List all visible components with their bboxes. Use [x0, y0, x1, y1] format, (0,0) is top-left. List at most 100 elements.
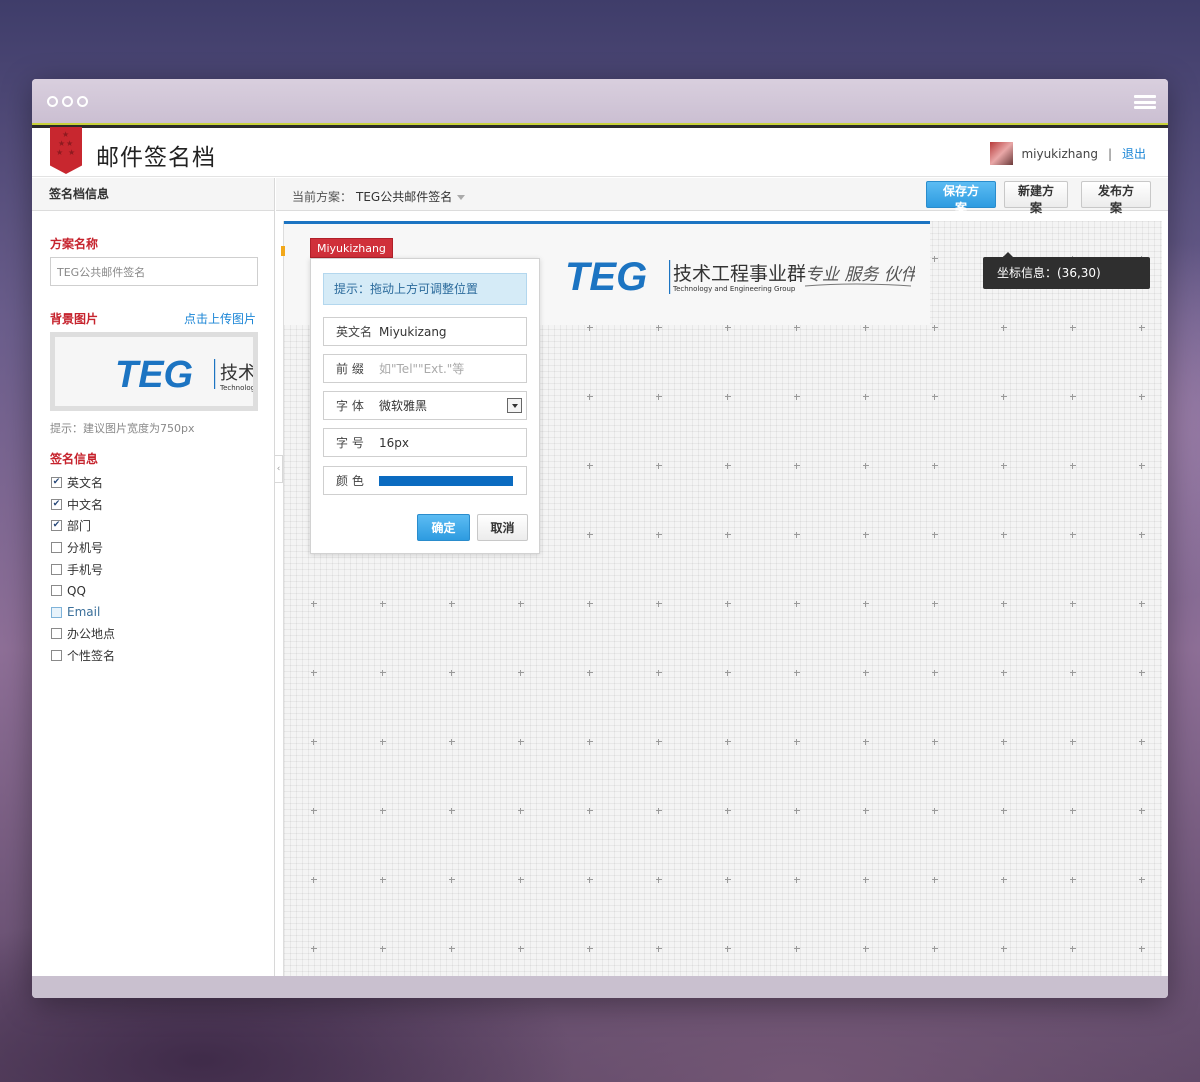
english-name-field[interactable]: 英文名 Miyukizang	[323, 317, 527, 346]
grid-plus-icon	[1070, 739, 1076, 745]
current-plan-value: TEG公共邮件签名	[356, 190, 453, 204]
grid-plus-icon	[1001, 601, 1007, 607]
grid-plus-icon	[587, 670, 593, 676]
list-item[interactable]: QQ	[51, 580, 115, 602]
grid-plus-icon	[518, 601, 524, 607]
checkbox-icon[interactable]	[51, 606, 62, 618]
grid-plus-icon	[1001, 670, 1007, 676]
grid-plus-icon	[311, 877, 317, 883]
checkbox-icon[interactable]	[51, 650, 62, 662]
grid-plus-icon	[1070, 877, 1076, 883]
list-item[interactable]: ✔ 英文名	[51, 472, 115, 494]
field-label: 个性签名	[67, 649, 116, 664]
teg-logo-en: Technology and Engineering Group	[672, 285, 796, 293]
chevron-down-icon[interactable]	[507, 398, 522, 413]
confirm-button[interactable]: 确定	[417, 514, 470, 541]
new-plan-button[interactable]: 新建方案	[1004, 181, 1068, 215]
font-size-field[interactable]: 字 号 16px	[323, 428, 527, 457]
grid-plus-icon	[380, 877, 386, 883]
upload-image-link[interactable]: 点击上传图片	[184, 310, 256, 327]
grid-plus-icon	[1001, 325, 1007, 331]
grid-plus-icon	[656, 877, 662, 883]
grid-plus-icon	[587, 877, 593, 883]
user-area: miyukizhang | 退出	[990, 142, 1146, 165]
plan-name-input[interactable]	[50, 257, 258, 286]
color-field[interactable]: 颜 色	[323, 466, 527, 495]
list-item[interactable]: 办公地点	[51, 623, 115, 645]
checkbox-icon[interactable]	[51, 628, 62, 640]
separator: |	[1107, 146, 1112, 161]
grid-plus-icon	[380, 601, 386, 607]
grid-plus-icon	[932, 877, 938, 883]
grid-plus-icon	[725, 601, 731, 607]
color-swatch[interactable]	[379, 475, 513, 486]
grid-plus-icon	[863, 808, 869, 814]
checkbox-icon[interactable]	[51, 563, 62, 575]
color-label: 颜 色	[336, 474, 364, 488]
sign-info-title: 签名信息	[50, 452, 99, 466]
field-label: 英文名	[67, 476, 104, 491]
browser-window: ★ ★ ★ ★ ★ 邮件签名档 miyukizhang | 退出 签名档信息 方案名…	[32, 79, 1168, 998]
window-dot-icon[interactable]	[47, 96, 58, 107]
checkbox-checked-icon[interactable]: ✔	[51, 498, 62, 510]
checkbox-checked-icon[interactable]: ✔	[51, 477, 62, 489]
current-plan[interactable]: 当前方案： TEG公共邮件签名	[292, 188, 466, 205]
grid-plus-icon	[725, 394, 731, 400]
grid-plus-icon	[587, 946, 593, 952]
avatar[interactable]	[990, 142, 1014, 165]
list-item[interactable]: 手机号	[51, 558, 115, 580]
menu-icon[interactable]	[1134, 95, 1156, 109]
list-item[interactable]: 分机号	[51, 537, 115, 559]
grid-plus-icon	[587, 532, 593, 538]
design-canvas[interactable]: TEG 技术工程事业群 Technology and Engineering G…	[281, 221, 1162, 976]
list-item[interactable]: ✔ 中文名	[51, 494, 115, 516]
sign-field-list: ✔ 英文名 ✔ 中文名 ✔ 部门 分机号 手机号 QQ Email 办公地点 个性签名	[51, 472, 115, 666]
grid-plus-icon	[863, 877, 869, 883]
element-tag[interactable]: Miyukizhang	[310, 238, 393, 258]
bg-image-preview[interactable]: TEG 技术 Technolog	[50, 332, 258, 411]
grid-plus-icon	[932, 256, 938, 262]
list-item[interactable]: 个性签名	[51, 645, 115, 667]
list-item[interactable]: Email	[51, 602, 115, 624]
english-name-value: Miyukizang	[379, 324, 447, 339]
save-plan-button[interactable]: 保存方案	[926, 181, 996, 215]
grid-plus-icon	[1070, 532, 1076, 538]
window-titlebar	[32, 79, 1168, 123]
list-item[interactable]: ✔ 部门	[51, 515, 115, 537]
field-label: 中文名	[67, 497, 104, 512]
grid-plus-icon	[587, 808, 593, 814]
checkbox-icon[interactable]	[51, 542, 62, 554]
grid-plus-icon	[863, 532, 869, 538]
grid-plus-icon	[794, 394, 800, 400]
grid-plus-icon	[1139, 946, 1145, 952]
grid-plus-icon	[656, 739, 662, 745]
checkbox-icon[interactable]	[51, 585, 62, 597]
prefix-field[interactable]: 前 缀 如"Tel""Ext."等	[323, 354, 527, 383]
grid-plus-icon	[725, 946, 731, 952]
logout-link[interactable]: 退出	[1122, 145, 1146, 162]
window-dot-icon[interactable]	[77, 96, 88, 107]
grid-plus-icon	[794, 325, 800, 331]
cancel-button[interactable]: 取消	[477, 514, 528, 541]
teg-preview-en: Technolog	[219, 384, 253, 392]
grid-plus-icon	[518, 739, 524, 745]
drag-tip: 提示：拖动上方可调整位置	[323, 273, 527, 305]
grid-plus-icon	[311, 670, 317, 676]
publish-plan-button[interactable]: 发布方案	[1081, 181, 1151, 215]
grid-plus-icon	[449, 601, 455, 607]
chevron-down-icon[interactable]	[457, 195, 466, 200]
grid-plus-icon	[794, 601, 800, 607]
window-dot-icon[interactable]	[62, 96, 73, 107]
grid-plus-icon	[449, 670, 455, 676]
user-name[interactable]: miyukizhang	[1021, 147, 1098, 161]
grid-plus-icon	[656, 532, 662, 538]
collapse-sidebar-icon[interactable]: ‹	[275, 455, 283, 483]
grid-plus-icon	[863, 670, 869, 676]
font-select[interactable]: 字 体 微软雅黑	[323, 391, 527, 420]
grid-plus-icon	[794, 877, 800, 883]
checkbox-checked-icon[interactable]: ✔	[51, 520, 62, 532]
grid-plus-icon	[794, 463, 800, 469]
teg-preview-text: TEG	[115, 354, 193, 396]
field-editor-popup: 提示：拖动上方可调整位置 英文名 Miyukizang 前 缀 如"Tel""E…	[310, 258, 540, 554]
grid-plus-icon	[932, 601, 938, 607]
